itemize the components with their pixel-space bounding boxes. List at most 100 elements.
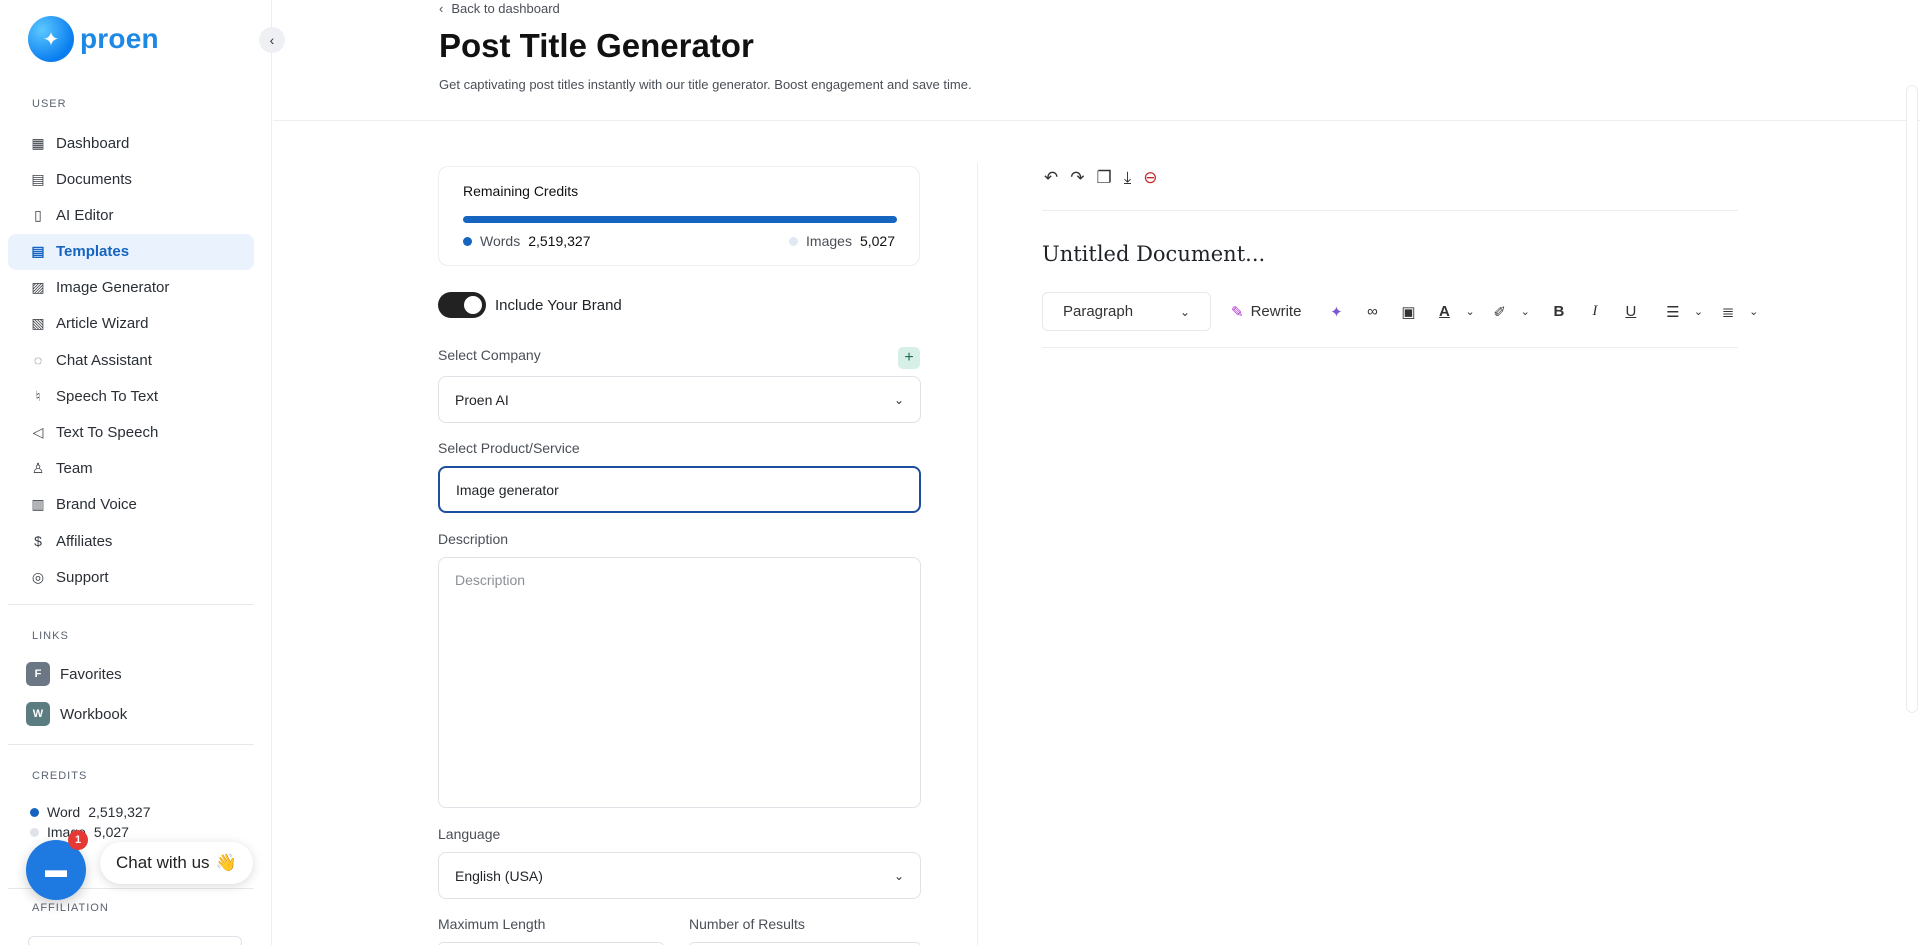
sidebar-item-text-to-speech[interactable]: ◁ Text To Speech xyxy=(8,415,254,451)
sparkle-logo-icon: ✦ xyxy=(28,16,74,62)
chat-label: Chat with us xyxy=(116,853,210,872)
rewrite-label: Rewrite xyxy=(1250,303,1302,320)
include-brand-toggle[interactable] xyxy=(438,292,486,318)
sidebar-item-affiliates[interactable]: $ Affiliates xyxy=(8,523,254,559)
images-value: 5,027 xyxy=(859,233,895,249)
redo-icon[interactable]: ↷ xyxy=(1070,168,1084,188)
sidebar-item-article-wizard[interactable]: ▧ Article Wizard xyxy=(8,306,254,342)
logo[interactable]: ✦ proen xyxy=(28,16,159,62)
rewrite-button[interactable]: ✎ Rewrite xyxy=(1231,303,1301,321)
back-to-dashboard-link[interactable]: ‹ Back to dashboard xyxy=(439,1,560,16)
link-label: Favorites xyxy=(60,665,122,683)
images-label: Images xyxy=(806,233,852,249)
archive-icon: ▤ xyxy=(31,170,45,187)
link-favorites[interactable]: F Favorites xyxy=(26,662,122,686)
underline-icon[interactable]: U xyxy=(1616,303,1646,320)
credits-words: Words 2,519,327 xyxy=(463,233,591,249)
sidebar-item-ai-editor[interactable]: ▯ AI Editor xyxy=(8,197,254,233)
chat-bubble-icon: ▬ xyxy=(45,857,67,882)
sidebar-item-documents[interactable]: ▤ Documents xyxy=(8,161,254,197)
file-text-icon: ▤ xyxy=(31,243,45,260)
link-workbook[interactable]: W Workbook xyxy=(26,702,127,726)
affiliation-card xyxy=(28,936,242,945)
language-select[interactable]: English (USA) ⌄ xyxy=(438,852,921,899)
chevron-left-icon: ‹ xyxy=(269,32,275,48)
credits-progress-bar xyxy=(463,216,897,223)
product-input[interactable]: Image generator xyxy=(438,466,921,513)
link-icon[interactable]: ∞ xyxy=(1357,303,1387,320)
chevron-left-icon: ‹ xyxy=(439,1,444,16)
include-brand-label: Include Your Brand xyxy=(495,296,622,314)
workbook-badge: W xyxy=(26,702,50,726)
text-color-icon[interactable]: A xyxy=(1429,303,1459,320)
chevron-down-icon[interactable]: ⌄ xyxy=(1694,305,1703,318)
sidebar-item-templates[interactable]: ▤ Templates xyxy=(8,233,254,270)
product-value: Image generator xyxy=(456,481,559,498)
product-label: Select Product/Service xyxy=(438,440,580,456)
page-scrollbar[interactable] xyxy=(1906,85,1918,713)
chevron-down-icon: ⌄ xyxy=(893,392,904,407)
sidebar-item-team[interactable]: ♙ Team xyxy=(8,451,254,487)
italic-icon[interactable]: I xyxy=(1580,303,1610,320)
sidebar-item-label: Text To Speech xyxy=(56,424,159,441)
include-brand-row: Include Your Brand xyxy=(438,292,622,318)
highlight-icon[interactable]: ✐ xyxy=(1485,303,1515,321)
mic-icon: ♮ xyxy=(35,387,41,404)
chat-icon: ◌ xyxy=(33,352,43,369)
link-label: Workbook xyxy=(60,705,128,723)
image-dot-icon xyxy=(30,827,39,837)
speaker-icon: ◁ xyxy=(32,424,44,440)
chevron-down-icon: ⌄ xyxy=(893,868,904,883)
description-textarea[interactable]: Description xyxy=(438,557,921,808)
add-company-button[interactable]: + xyxy=(898,347,920,369)
copy-icon[interactable]: ❐ xyxy=(1097,168,1112,188)
sidebar-item-label: Templates xyxy=(56,243,130,261)
brand-name: proen xyxy=(80,23,159,54)
chevron-down-icon[interactable]: ⌄ xyxy=(1521,305,1530,318)
chevron-down-icon[interactable]: ⌄ xyxy=(1749,305,1758,318)
editor-divider xyxy=(1042,347,1738,348)
sidebar-item-brand-voice[interactable]: ▥ Brand Voice xyxy=(8,487,254,523)
images-dot-icon xyxy=(789,236,799,246)
ai-sparkle-icon[interactable]: ✦ xyxy=(1321,303,1351,321)
delete-icon[interactable]: ⊖ xyxy=(1143,168,1157,188)
brand-icon: ▥ xyxy=(31,496,45,513)
bold-icon[interactable]: B xyxy=(1544,303,1574,320)
lifebuoy-icon: ◎ xyxy=(31,568,45,585)
editor-actions: ↶ ↷ ❐ ⤓ ⊖ xyxy=(1044,168,1158,188)
document-title[interactable]: Untitled Document... xyxy=(1042,242,1265,266)
word-dot-icon xyxy=(30,807,39,817)
download-icon[interactable]: ⤓ xyxy=(1124,168,1132,188)
plus-icon: + xyxy=(904,349,914,366)
word-value: 2,519,327 xyxy=(88,804,151,820)
sidebar-item-chat-assistant[interactable]: ◌ Chat Assistant xyxy=(8,342,254,378)
insert-image-icon[interactable]: ▣ xyxy=(1393,303,1423,321)
bullet-list-icon[interactable]: ☰ xyxy=(1658,303,1688,321)
sidebar-item-dashboard[interactable]: ▦ Dashboard xyxy=(8,125,254,161)
chevron-down-icon[interactable]: ⌄ xyxy=(1465,305,1474,318)
paragraph-label: Paragraph xyxy=(1063,303,1134,320)
page-title: Post Title Generator xyxy=(439,27,754,64)
sidebar-item-label: Support xyxy=(56,568,109,586)
dollar-icon: $ xyxy=(34,533,42,550)
collapse-sidebar-button[interactable]: ‹ xyxy=(259,27,285,53)
numbered-list-icon[interactable]: ≣ xyxy=(1713,303,1743,321)
sidebar-item-label: Article Wizard xyxy=(56,315,149,333)
page-header: ‹ Back to dashboard Post Title Generator… xyxy=(273,0,1920,121)
undo-icon[interactable]: ↶ xyxy=(1044,168,1058,188)
company-select[interactable]: Proen AI ⌄ xyxy=(438,376,921,423)
user-plus-icon: ♙ xyxy=(31,460,45,477)
column-separator xyxy=(977,163,978,945)
paragraph-select[interactable]: Paragraph ⌄ xyxy=(1042,292,1211,331)
sidebar-item-support[interactable]: ◎ Support xyxy=(8,559,254,595)
format-toolbar: Paragraph ⌄ ✎ Rewrite ✦ ∞ ▣ A ⌄ ✐ ⌄ B I … xyxy=(1042,292,1758,331)
image-icon: ▨ xyxy=(31,279,45,296)
notebook-icon: ▯ xyxy=(34,206,42,223)
sidebar-item-label: Brand Voice xyxy=(56,496,137,514)
sidebar-item-speech-to-text[interactable]: ♮ Speech To Text xyxy=(8,378,254,414)
editor-divider xyxy=(1042,210,1738,211)
chat-with-us-pill[interactable]: Chat with us 👋 xyxy=(100,842,253,884)
sidebar-item-image-generator[interactable]: ▨ Image Generator xyxy=(8,270,254,306)
sidebar: ✦ proen USER ▦ Dashboard ▤ Documents ▯ A… xyxy=(0,0,272,945)
chevron-down-icon: ⌄ xyxy=(1179,304,1190,319)
